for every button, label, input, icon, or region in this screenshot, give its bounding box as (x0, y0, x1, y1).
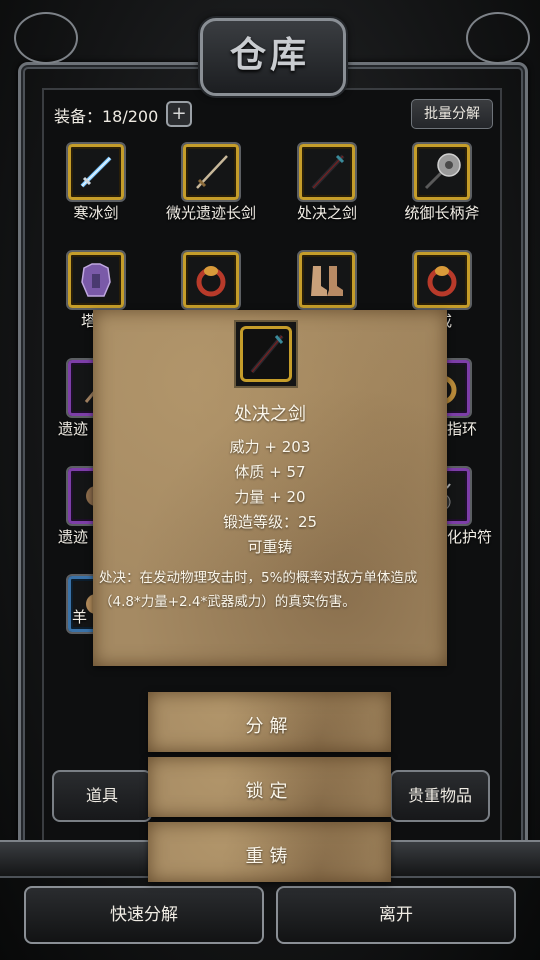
item-slot-ice-sword[interactable] (66, 142, 126, 202)
item-name: 指环 (447, 420, 478, 438)
stat-strength: 力量 + 20 (234, 488, 306, 506)
stat-forge-level: 锻造等级：25 (222, 513, 318, 531)
boots-icon (311, 266, 343, 296)
armor-icon (81, 263, 111, 297)
stat-power: 威力 + 203 (229, 438, 311, 456)
batch-decompose-button[interactable]: 批量分解 (411, 99, 493, 129)
item-slot-ring[interactable] (181, 250, 241, 310)
tab-items[interactable]: 道具 (52, 770, 152, 822)
popup-item-name: 处决之剑 (234, 404, 306, 425)
frame-ornament-left (14, 12, 78, 64)
frame-ornament-right (466, 12, 530, 64)
quick-decompose-button[interactable]: 快速分解 (24, 886, 264, 944)
dark-sword-icon (311, 154, 345, 190)
tab-valuables[interactable]: 贵重物品 (390, 770, 490, 822)
reforge-label: 重铸 (245, 846, 294, 867)
decompose-label: 分解 (245, 716, 294, 737)
item-slot-long-sword[interactable] (181, 142, 241, 202)
page-title: 仓库 (229, 34, 310, 76)
stat-constitution: 体质 + 57 (234, 463, 306, 481)
item-slot-armor[interactable] (66, 250, 126, 310)
item-name: 微光遗迹长剑 (165, 204, 256, 222)
item-name: 处决之剑 (296, 204, 357, 222)
item-description: 处决：在发动物理攻击时，5%的概率对敌方单体造成（4.8*力量+2.4*武器威力… (99, 570, 418, 610)
long-sword-icon (196, 155, 228, 189)
axe-icon (424, 153, 461, 190)
item-slot-ring[interactable] (412, 250, 472, 310)
item-name: 统御长柄斧 (404, 204, 480, 222)
item-slot-halberd-axe[interactable] (412, 142, 472, 202)
item-slot-execution-sword[interactable] (297, 142, 357, 202)
expand-capacity-button[interactable]: + (166, 101, 192, 127)
stat-reforgeable: 可重铸 (247, 538, 293, 556)
item-name: 遗迹 (58, 420, 89, 438)
dark-sword-icon (250, 334, 284, 374)
leave-button[interactable]: 离开 (276, 886, 516, 944)
item-name: 遗迹 (58, 528, 89, 546)
ice-sword-icon (80, 156, 112, 188)
popup-item-slot (234, 320, 298, 388)
equipment-count: 装备：18/200 (54, 107, 159, 126)
ring-icon (427, 266, 457, 297)
item-name: 寒冰剑 (73, 204, 119, 222)
item-name: 化护符 (447, 528, 493, 546)
lock-label: 锁定 (245, 781, 294, 802)
item-slot-boots[interactable] (297, 250, 357, 310)
ring-icon (196, 266, 226, 297)
